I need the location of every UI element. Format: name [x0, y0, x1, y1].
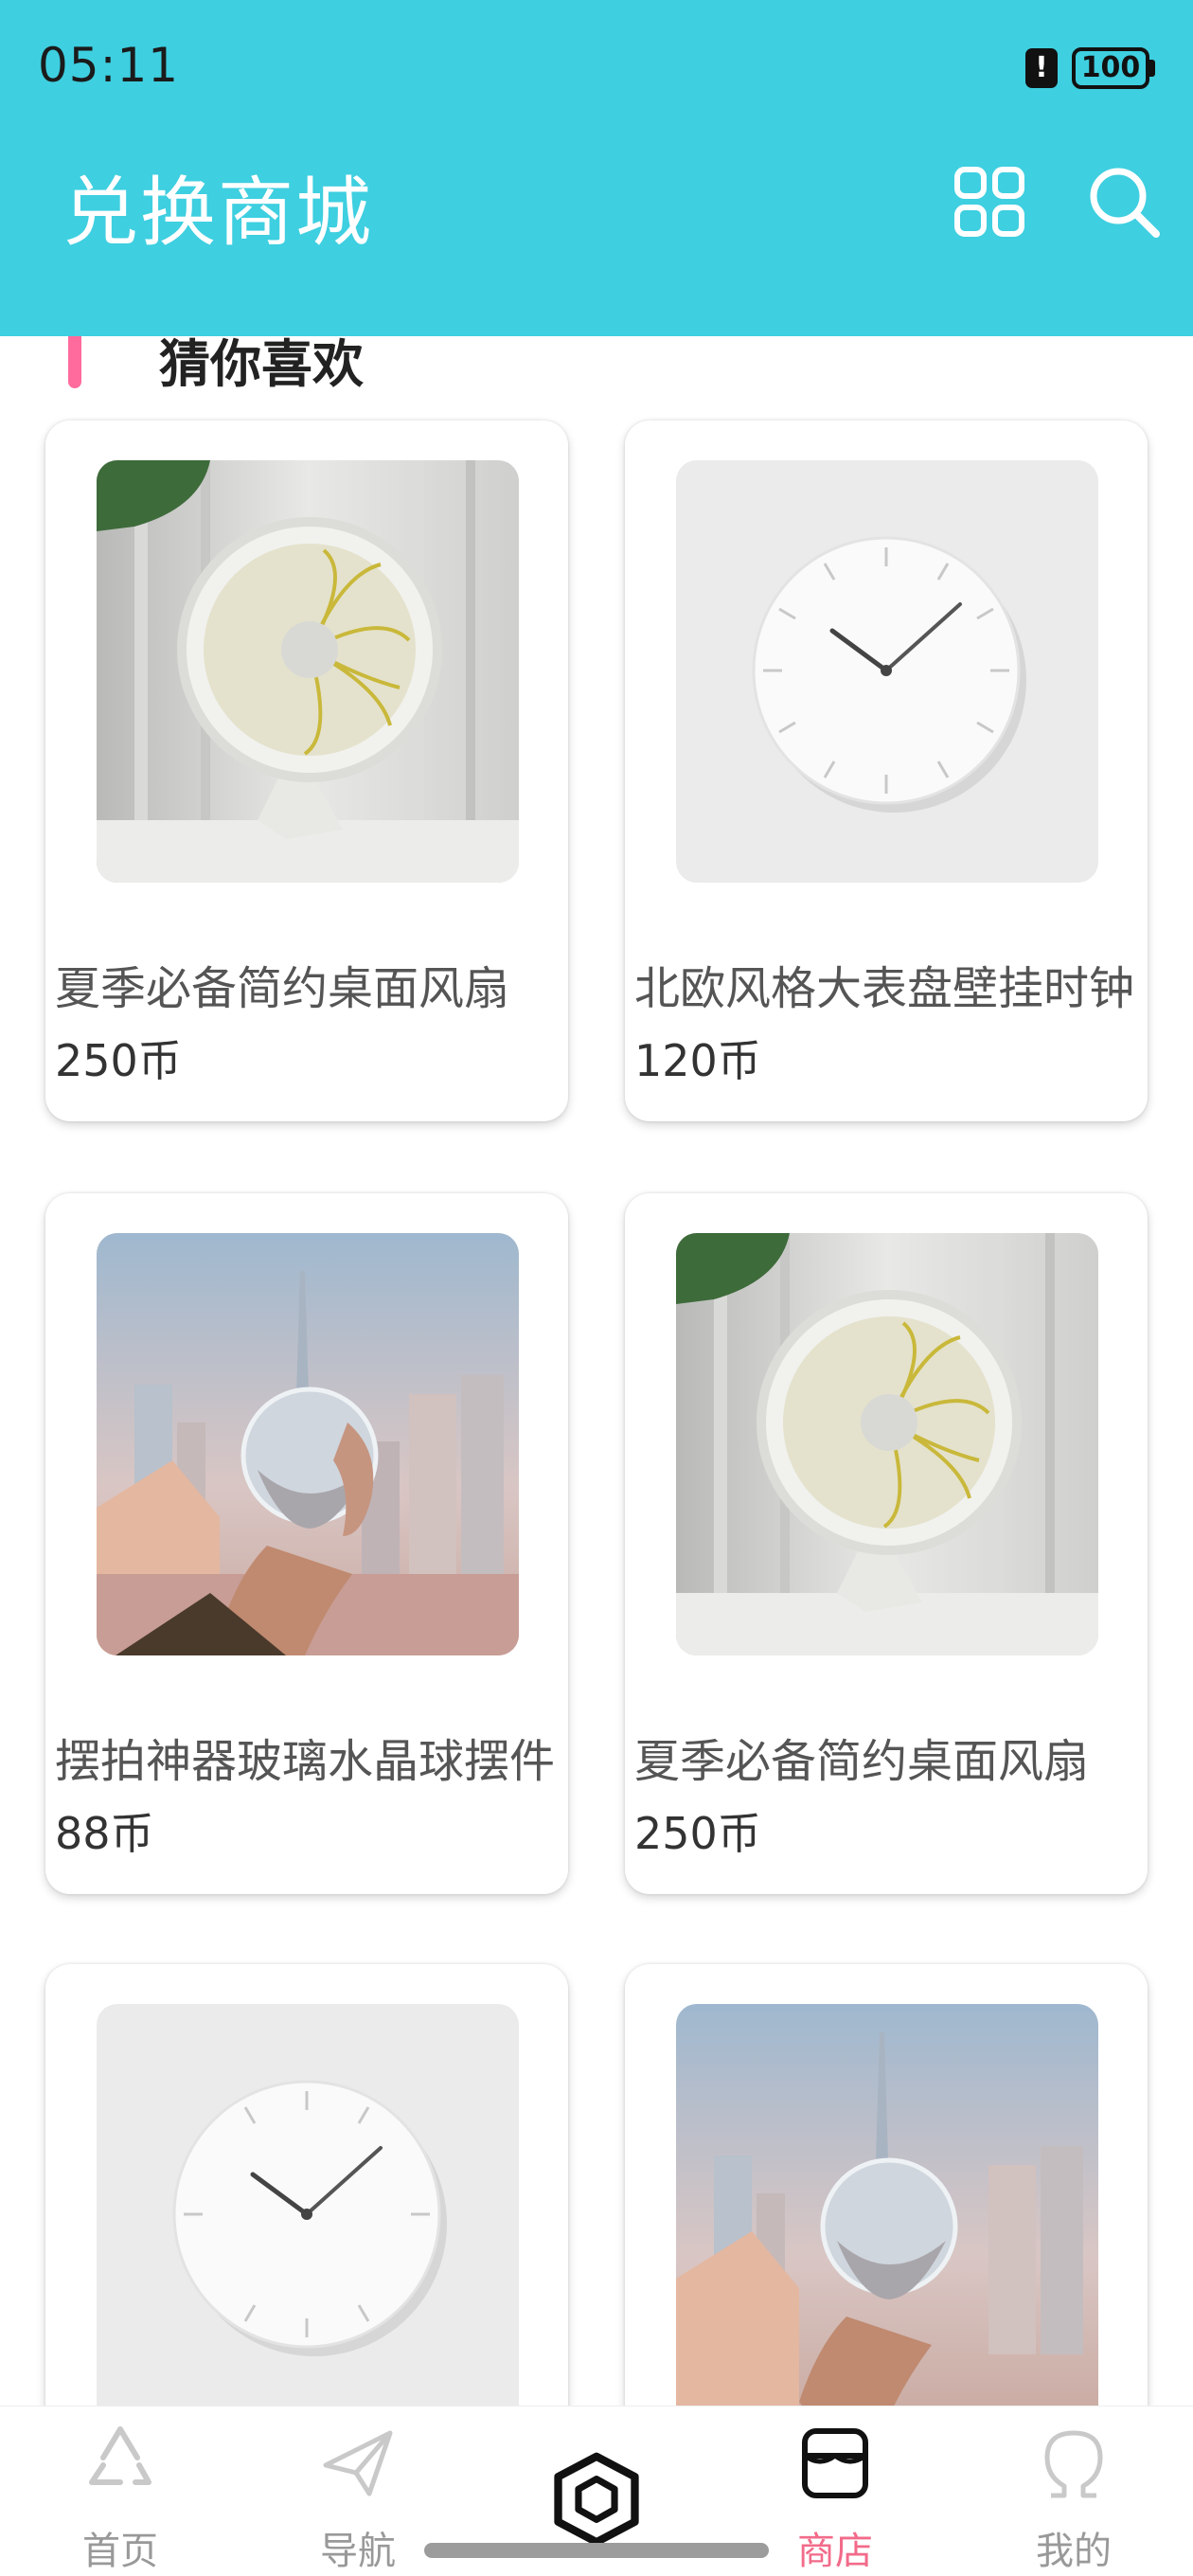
- product-price: 250币: [55, 1035, 182, 1086]
- paper-plane-icon: [323, 2430, 393, 2496]
- product-card[interactable]: 夏季必备简约桌面风扇 250币: [45, 420, 568, 1121]
- grid-button[interactable]: [947, 159, 1032, 244]
- search-button[interactable]: [1081, 159, 1166, 244]
- product-name: 北欧风格大表盘壁挂时钟: [634, 962, 1135, 1015]
- grid-icon: [954, 167, 1024, 237]
- product-image-desk-fan: [676, 1233, 1098, 1655]
- bottom-nav: 首页 导航 商店 我的: [0, 2406, 1193, 2576]
- nav-label: 我的: [1036, 2530, 1112, 2573]
- omega-profile-icon: [1044, 2430, 1103, 2498]
- status-bar: 05:11 ! 100: [0, 0, 1193, 133]
- product-image-wall-clock: [676, 460, 1098, 883]
- battery-tip: [1149, 60, 1155, 77]
- nav-item-profile[interactable]: 我的: [998, 2424, 1149, 2573]
- app-header: 05:11 ! 100 兑换商城: [0, 0, 1193, 336]
- home-recycle-icon: [89, 2426, 151, 2485]
- nav-item-home[interactable]: 首页: [45, 2424, 196, 2573]
- nav-label: 商店: [797, 2530, 873, 2573]
- product-name: 夏季必备简约桌面风扇: [634, 1735, 1090, 1788]
- product-price: 250币: [634, 1808, 761, 1859]
- product-image-wall-clock: [97, 2004, 519, 2426]
- product-card[interactable]: 夏季必备简约桌面风扇 250币: [625, 1193, 1148, 1894]
- nav-label: 首页: [82, 2530, 158, 2573]
- product-card[interactable]: 北欧风格大表盘壁挂时钟 120币: [625, 420, 1148, 1121]
- product-name: 摆拍神器玻璃水晶球摆件: [55, 1735, 556, 1788]
- store-icon: [802, 2428, 868, 2498]
- nav-label: 导航: [320, 2530, 396, 2573]
- battery-icon: 100: [1072, 47, 1149, 89]
- alert-icon: !: [1025, 48, 1058, 88]
- product-image-desk-fan: [97, 460, 519, 883]
- product-price: 88币: [55, 1808, 154, 1859]
- home-indicator[interactable]: [424, 2543, 769, 2558]
- title-bar: 兑换商城: [0, 133, 1193, 336]
- status-time: 05:11: [38, 38, 180, 93]
- nav-item-store[interactable]: 商店: [759, 2424, 911, 2573]
- product-name: 夏季必备简约桌面风扇: [55, 962, 510, 1015]
- page-title: 兑换商城: [62, 169, 373, 257]
- product-price: 120币: [634, 1035, 761, 1086]
- hexagon-center-icon: [554, 2452, 639, 2547]
- product-card[interactable]: 摆拍神器玻璃水晶球摆件 88币: [45, 1193, 568, 1894]
- section-accent-bar: [68, 328, 81, 388]
- search-icon: [1090, 168, 1160, 238]
- app-screen: 夏季必备简约桌面风扇 250币 北欧风格大表盘壁挂时钟 120币 摆拍神器玻璃水…: [0, 0, 1193, 2576]
- product-image-crystal-ball: [676, 2004, 1098, 2426]
- nav-item-navigation[interactable]: 导航: [282, 2424, 434, 2573]
- product-image-crystal-ball: [97, 1233, 519, 1655]
